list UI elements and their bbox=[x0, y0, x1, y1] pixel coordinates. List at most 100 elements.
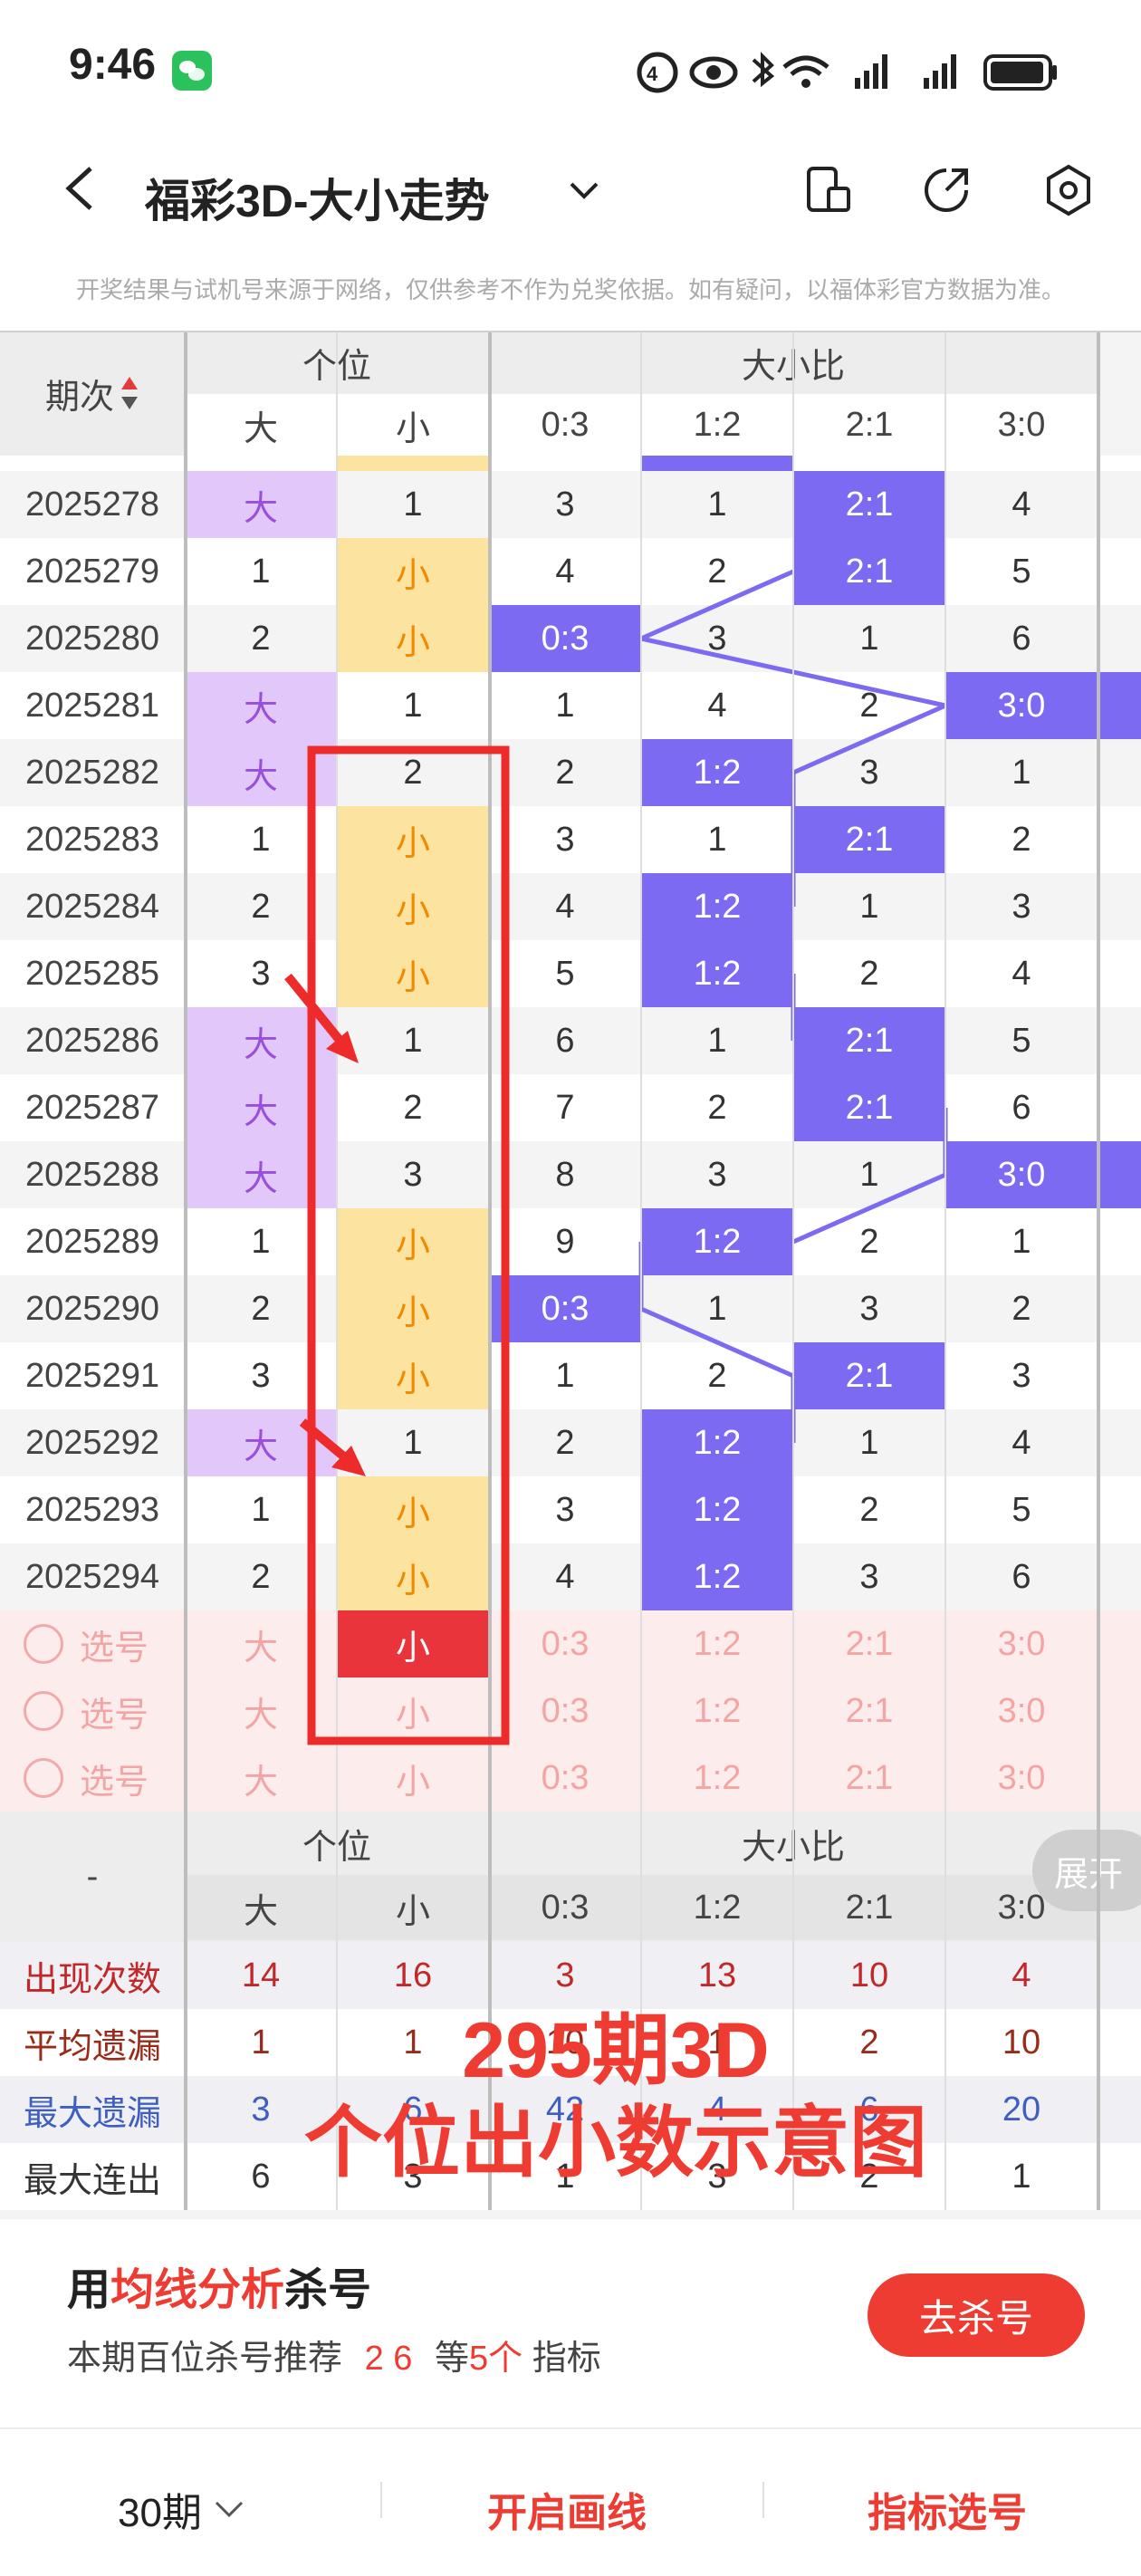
ratio-cell: 3 bbox=[859, 1557, 879, 1596]
card-title-highlight: 均线分析 bbox=[110, 2266, 285, 2314]
ratio-overflow bbox=[1098, 1141, 1141, 1208]
ratio-cell: 0:3 bbox=[489, 605, 641, 672]
grid-line bbox=[488, 331, 492, 2210]
select-big-cell[interactable]: 大 bbox=[185, 1745, 337, 1812]
select-circle-icon[interactable] bbox=[24, 1758, 63, 1798]
select-small-cell[interactable]: 小 bbox=[337, 1610, 489, 1677]
sub-header: 小 bbox=[337, 394, 489, 456]
select-ratio-cell[interactable]: 1:2 bbox=[641, 1745, 793, 1812]
kill-number-button[interactable]: 去杀号 bbox=[868, 2273, 1085, 2357]
stats-label: 平均遗漏 bbox=[23, 2027, 161, 2066]
ratio-cell: 3 bbox=[555, 1490, 575, 1529]
period-cell: 2025280 bbox=[25, 619, 159, 658]
row-strip bbox=[0, 456, 1141, 471]
card-sub-suffix: 指标 bbox=[532, 2340, 601, 2378]
period-selector[interactable]: 30期 bbox=[118, 2480, 247, 2538]
small-cell: 1 bbox=[403, 1423, 423, 1462]
small-cell: 1 bbox=[403, 686, 423, 725]
select-ratio-cell[interactable]: 3:0 bbox=[945, 1610, 1098, 1677]
period-cell: 2025294 bbox=[25, 1557, 159, 1596]
period-cell: 2025285 bbox=[25, 954, 159, 993]
big-cell: 大 bbox=[185, 471, 337, 538]
phone-device-icon[interactable] bbox=[801, 163, 856, 217]
ratio-cell: 3 bbox=[555, 820, 575, 859]
select-small-cell[interactable]: 小 bbox=[337, 1677, 489, 1745]
signal-icon bbox=[855, 54, 887, 89]
period-header[interactable]: 期次 bbox=[0, 331, 185, 456]
gap bbox=[0, 2210, 1141, 2219]
ratio-cell: 4 bbox=[555, 887, 575, 926]
select-ratio-cell[interactable]: 0:3 bbox=[489, 1610, 641, 1677]
chevron-down-icon[interactable] bbox=[566, 177, 602, 204]
small-cell: 小 bbox=[337, 940, 489, 1007]
small-cell: 小 bbox=[337, 1342, 489, 1409]
ratio-cell: 4 bbox=[555, 552, 575, 591]
select-ratio-cell[interactable]: 2:1 bbox=[793, 1745, 945, 1812]
ratio-cell: 4 bbox=[707, 686, 727, 725]
select-ratio-cell[interactable]: 3:0 bbox=[945, 1677, 1098, 1745]
bluetooth-icon bbox=[752, 52, 775, 88]
select-big-cell[interactable]: 大 bbox=[185, 1677, 337, 1745]
select-ratio-cell[interactable]: 2:1 bbox=[793, 1610, 945, 1677]
ratio-cell: 2:1 bbox=[793, 538, 945, 605]
big-cell: 1 bbox=[251, 820, 271, 859]
indicator-pick-button[interactable]: 指标选号 bbox=[868, 2480, 1027, 2538]
grid-line bbox=[792, 331, 794, 2210]
ratio-cell: 2 bbox=[555, 753, 575, 792]
ratio-cell: 1 bbox=[707, 820, 727, 859]
wechat-icon bbox=[172, 51, 212, 91]
big-cell: 1 bbox=[251, 1222, 271, 1261]
select-ratio-cell[interactable]: 2:1 bbox=[793, 1677, 945, 1745]
select-big-cell[interactable]: 大 bbox=[185, 1610, 337, 1677]
ratio-cell: 3 bbox=[707, 619, 727, 658]
select-ratio-cell[interactable]: 0:3 bbox=[489, 1677, 641, 1745]
big-cell: 2 bbox=[251, 1557, 271, 1596]
card-title-suffix: 杀号 bbox=[284, 2266, 372, 2314]
stats-label: 最大连出 bbox=[23, 2161, 161, 2200]
ratio-cell: 3 bbox=[1012, 887, 1031, 926]
ratio-cell: 2:1 bbox=[793, 806, 945, 873]
select-ratio-cell[interactable]: 1:2 bbox=[641, 1610, 793, 1677]
ratio-cell: 1 bbox=[859, 1155, 879, 1194]
ratio-overflow bbox=[1098, 672, 1141, 739]
sub-header: 大 bbox=[185, 394, 337, 456]
ratio-cell: 3:0 bbox=[945, 1141, 1098, 1208]
select-circle-icon[interactable] bbox=[24, 1691, 63, 1731]
big-cell: 大 bbox=[185, 1141, 337, 1208]
ratio-cell: 0:3 bbox=[489, 1275, 641, 1342]
ratio-cell: 1 bbox=[1012, 753, 1031, 792]
select-row-label: 选号 bbox=[80, 1629, 149, 1668]
disclaimer-text: 开奖结果与试机号来源于网络，仅供参考不作为兑奖依据。如有疑问，以福体彩官方数据为… bbox=[75, 276, 1065, 303]
period-cell: 2025278 bbox=[25, 485, 159, 524]
big-cell: 1 bbox=[251, 552, 271, 591]
stats-header-left: - bbox=[0, 1812, 185, 1942]
status-bar: 9:46 4 bbox=[0, 0, 1141, 136]
ratio-cell: 4 bbox=[1012, 485, 1031, 524]
period-cell: 2025288 bbox=[25, 1155, 159, 1194]
big-cell: 2 bbox=[251, 619, 271, 658]
wifi-icon bbox=[782, 55, 829, 88]
stats-value: 13 bbox=[697, 1956, 737, 1994]
expand-button[interactable]: 展开 bbox=[1032, 1830, 1141, 1911]
settings-icon[interactable] bbox=[1041, 163, 1096, 217]
share-icon[interactable] bbox=[919, 163, 973, 217]
period-cell: 2025279 bbox=[25, 552, 159, 591]
select-small-cell[interactable]: 小 bbox=[337, 1745, 489, 1812]
ratio-cell: 1:2 bbox=[641, 873, 793, 940]
ratio-cell: 1 bbox=[707, 1021, 727, 1060]
kill-number-card[interactable]: 用均线分析杀号 本期百位杀号推荐 2 6 等5个 指标 去杀号 bbox=[25, 2228, 1116, 2400]
small-cell: 小 bbox=[337, 873, 489, 940]
small-cell: 小 bbox=[337, 806, 489, 873]
select-circle-icon[interactable] bbox=[24, 1624, 63, 1664]
small-cell: 2 bbox=[403, 753, 423, 792]
ratio-cell: 1:2 bbox=[641, 1208, 793, 1275]
select-ratio-cell[interactable]: 3:0 bbox=[945, 1745, 1098, 1812]
stats-label: 最大遗漏 bbox=[23, 2094, 161, 2133]
back-arrow-icon[interactable] bbox=[54, 161, 109, 216]
big-cell: 3 bbox=[251, 954, 271, 993]
draw-line-button[interactable]: 开启画线 bbox=[487, 2480, 647, 2538]
stats-sub-header: 2:1 bbox=[793, 1875, 945, 1940]
card-sub-nums: 2 6 bbox=[364, 2340, 413, 2378]
select-ratio-cell[interactable]: 0:3 bbox=[489, 1745, 641, 1812]
select-ratio-cell[interactable]: 1:2 bbox=[641, 1677, 793, 1745]
